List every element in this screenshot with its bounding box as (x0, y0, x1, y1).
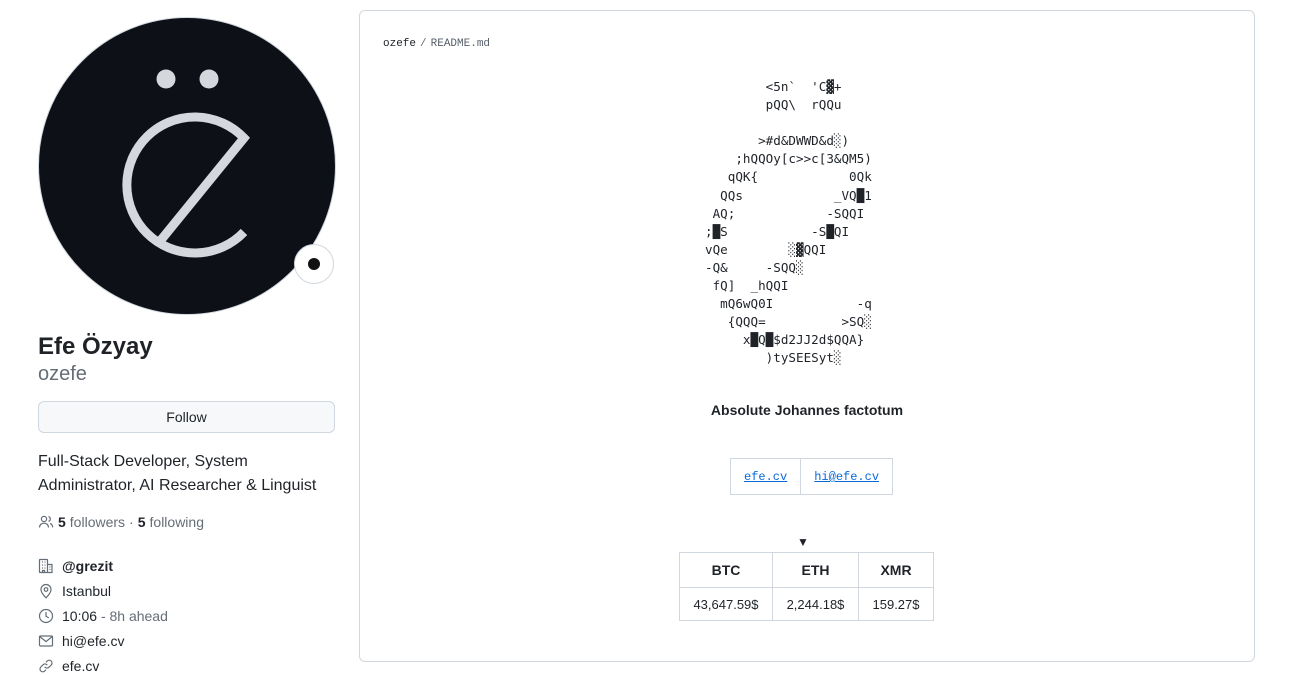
people-icon (38, 514, 54, 530)
readme-panel: ozefe / README.md <5n` 'C▓+ pQQ\ rQQu >#d&… (359, 10, 1255, 662)
profile-login: ozefe (38, 363, 87, 385)
following-link[interactable]: 5 following (138, 514, 204, 530)
crypto-header-eth: ETH (772, 552, 859, 588)
e-diaeresis-logo-icon (122, 69, 251, 258)
crypto-value-eth: 2,244.18$ (772, 587, 859, 621)
crypto-header-row: BTC ETH XMR (679, 552, 934, 588)
stats-separator: · (129, 514, 134, 530)
organization-link[interactable]: @grezit (62, 558, 113, 574)
crypto-value-xmr: 159.27$ (858, 587, 934, 621)
links-cell: efe.cv (729, 458, 802, 495)
mail-icon (38, 633, 54, 649)
readme-path-owner[interactable]: ozefe (383, 38, 416, 50)
crypto-price-table: BTC ETH XMR 43,647.59$ 2,244.18$ 159.27$ (679, 552, 934, 621)
detail-organization: @grezit (38, 553, 336, 578)
readme-breadcrumb: ozefe / README.md (383, 38, 490, 50)
website-link[interactable]: efe.cv (62, 658, 99, 674)
profile-name: Efe Özyay (38, 333, 153, 360)
detail-email: hi@efe.cv (38, 628, 336, 653)
details-toggle-marker[interactable]: ▼ (797, 535, 809, 549)
readme-caption: Absolute Johannes factotum (710, 402, 904, 418)
email-readme-link[interactable]: hi@efe.cv (814, 470, 879, 484)
ascii-art-logo: <5n` 'C▓+ pQQ\ rQQu >#d&DWWD&d░) ;hQQOy[… (705, 79, 872, 366)
crypto-value-btc: 43,647.59$ (679, 587, 773, 621)
email-link[interactable]: hi@efe.cv (62, 633, 124, 649)
detail-local-time: 10:06 - 8h ahead (38, 603, 336, 628)
followers-label: followers (69, 514, 126, 530)
links-row: efe.cv hi@efe.cv (729, 458, 894, 495)
profile-details: @grezit Istanbul 10:06 - 8h ahead hi@efe… (38, 553, 336, 675)
organization-icon (38, 558, 54, 574)
crypto-header-btc: BTC (679, 552, 773, 588)
location-text: Istanbul (62, 582, 112, 599)
clock-icon (38, 608, 54, 624)
following-label: following (149, 514, 204, 530)
link-icon (38, 658, 54, 674)
time-offset-text: - 8h ahead (100, 607, 168, 624)
followers-count: 5 (58, 514, 66, 530)
status-dot-icon (308, 258, 320, 270)
detail-location: Istanbul (38, 578, 336, 603)
crypto-header-xmr: XMR (858, 552, 934, 588)
local-time-text: 10:06 (62, 607, 98, 624)
location-icon (38, 583, 54, 599)
follow-button[interactable]: Follow (38, 401, 335, 433)
links-table: efe.cv hi@efe.cv (729, 458, 894, 495)
readme-path-file[interactable]: README.md (431, 38, 490, 50)
follow-stats: 5 followers · 5 following (38, 514, 204, 530)
avatar[interactable] (38, 17, 336, 315)
detail-website: efe.cv (38, 653, 336, 675)
profile-bio: Full-Stack Developer, System Administrat… (38, 453, 317, 494)
followers-link[interactable]: 5 followers (58, 514, 125, 530)
website-readme-link[interactable]: efe.cv (744, 470, 787, 484)
links-cell: hi@efe.cv (800, 458, 894, 495)
crypto-value-row: 43,647.59$ 2,244.18$ 159.27$ (679, 587, 934, 621)
status-badge[interactable] (294, 244, 334, 284)
following-count: 5 (137, 514, 146, 530)
readme-path-separator: / (420, 38, 427, 50)
